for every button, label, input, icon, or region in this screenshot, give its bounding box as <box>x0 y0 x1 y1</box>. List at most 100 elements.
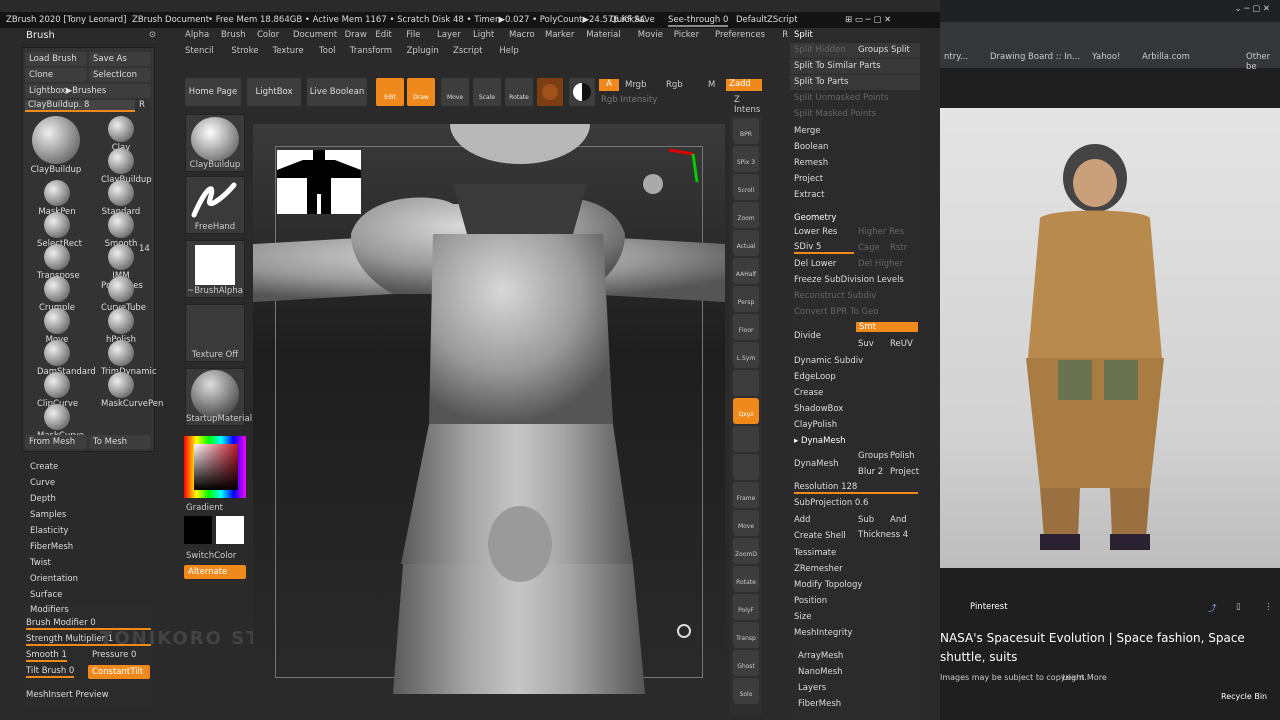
dynamesh-button[interactable]: DynaMesh <box>794 459 839 469</box>
freeze-subdiv-button[interactable]: Freeze SubDivision Levels <box>794 275 904 285</box>
shadowbox-menu[interactable]: ShadowBox <box>794 404 843 414</box>
reconstruct-subdiv-button[interactable]: Reconstruct Subdiv <box>794 291 876 301</box>
menu-movie[interactable]: Movie <box>638 30 663 40</box>
secondary-color[interactable] <box>184 516 212 544</box>
bookmark-arbilla[interactable]: Arbilla.com <box>1142 52 1190 62</box>
shelf-scroll-button[interactable]: Scroll <box>733 174 759 200</box>
shelf-button-button[interactable] <box>733 454 759 480</box>
crease-menu[interactable]: Crease <box>794 388 823 398</box>
menu-stencil[interactable]: Stencil <box>185 46 214 56</box>
to-mesh-button[interactable]: To Mesh <box>89 435 151 449</box>
switch-color-button[interactable]: SwitchColor <box>186 551 236 561</box>
cage-button[interactable]: Cage <box>858 243 880 253</box>
menu-draw[interactable]: Draw <box>345 30 367 40</box>
shelf-spix3-button[interactable]: SPix 3 <box>733 146 759 172</box>
current-brush-slider[interactable]: ClayBuildup. 8 <box>25 100 135 112</box>
dynamic-subdiv-menu[interactable]: Dynamic Subdiv <box>794 356 863 366</box>
meshintegrity-menu[interactable]: MeshIntegrity <box>794 628 852 638</box>
split-masked-button[interactable]: Split Masked Points <box>794 109 876 119</box>
menu-preferences[interactable]: Preferences <box>715 30 765 40</box>
reuv-button[interactable]: ReUV <box>890 339 913 349</box>
canvas-viewport[interactable] <box>253 124 725 694</box>
tessimate-menu[interactable]: Tessimate <box>794 548 836 558</box>
home-page-button[interactable]: Home Page <box>185 78 241 106</box>
split-title[interactable]: Split <box>794 30 813 40</box>
shelf-aahalf-button[interactable]: AAHalf <box>733 258 759 284</box>
lightbox-brushes-button[interactable]: Lightbox▶Brushes <box>25 84 151 98</box>
z-intensity-slider[interactable]: Z Intens <box>734 95 763 115</box>
geometry-title[interactable]: Geometry <box>794 213 836 223</box>
bookmark-other[interactable]: Other be <box>1246 52 1280 72</box>
menu-stroke[interactable]: Stroke <box>231 46 258 56</box>
blur-slider[interactable]: Blur 2 <box>858 467 883 477</box>
menu-document[interactable]: Document <box>293 30 337 40</box>
shelf-button-button[interactable] <box>733 426 759 452</box>
bookmark-drawing-board[interactable]: Drawing Board :: In... <box>990 52 1080 62</box>
modify-topology-menu[interactable]: Modify Topology <box>794 580 862 590</box>
zremesher-menu[interactable]: ZRemesher <box>794 564 843 574</box>
more-icon[interactable]: ⋮ <box>1264 602 1273 612</box>
a-button[interactable]: A <box>599 79 619 91</box>
constant-tilt-button[interactable]: ConstantTilt <box>88 665 150 679</box>
convert-bpr-button[interactable]: Convert BPR To Geo <box>794 307 879 317</box>
zadd-button[interactable]: Zadd <box>726 79 762 91</box>
higher-res-button[interactable]: Higher Res <box>858 227 904 237</box>
bookmark-partial[interactable]: ntry... <box>944 52 968 62</box>
menu-marker[interactable]: Marker <box>545 30 574 40</box>
menu-transform[interactable]: Transform <box>350 46 392 56</box>
groups-toggle[interactable]: Groups <box>858 451 888 461</box>
save-as-button[interactable]: Save As <box>89 52 151 66</box>
script-name[interactable]: DefaultZScript <box>736 15 798 25</box>
shelf-qxyz-button[interactable]: Qxyz <box>733 398 759 424</box>
material-swatch[interactable] <box>537 78 563 106</box>
shelf-actual-button[interactable]: Actual <box>733 230 759 256</box>
collapse-icon[interactable]: ⊙ <box>149 30 156 40</box>
split-parts-button[interactable]: Split To Parts <box>794 77 848 87</box>
nanomesh-menu[interactable]: NanoMesh <box>798 667 843 677</box>
brush-slot[interactable]: ClayBuildup <box>185 114 245 172</box>
sub-button[interactable]: Sub <box>858 515 874 525</box>
suv-toggle[interactable]: Suv <box>858 339 874 349</box>
groups-split-button[interactable]: Groups Split <box>858 45 910 55</box>
brush-panel-header[interactable]: Brush ⊙ <box>24 30 158 44</box>
clone-button[interactable]: Clone <box>25 68 87 82</box>
select-icon-button[interactable]: SelectIcon <box>89 68 151 82</box>
position-menu[interactable]: Position <box>794 596 827 606</box>
alpha-slot[interactable]: ~BrushAlpha <box>185 240 245 298</box>
rgb-intensity-slider[interactable]: Rgb Intensity <box>601 95 657 105</box>
del-higher-button[interactable]: Del Higher <box>858 259 903 269</box>
menu-file[interactable]: File <box>406 30 420 40</box>
material-slot[interactable]: StartupMaterial <box>185 368 252 426</box>
menu-macro[interactable]: Macro <box>509 30 535 40</box>
thickness-slider[interactable]: Thickness 4 <box>858 530 908 540</box>
color-picker[interactable] <box>184 436 246 498</box>
r-button[interactable]: R <box>139 100 145 110</box>
brush-menu-twist[interactable]: Twist <box>30 558 51 568</box>
menu-brush[interactable]: Brush <box>221 30 246 40</box>
brush-claybuildup[interactable]: ClayBuildup <box>27 116 85 175</box>
menu-picker[interactable]: Picker <box>674 30 699 40</box>
browser-window-controls[interactable]: ⌄ ─ ▢ ✕ <box>1235 4 1271 14</box>
menu-edit[interactable]: Edit <box>375 30 391 40</box>
shelf-frame-button[interactable]: Frame <box>733 482 759 508</box>
edgeloop-menu[interactable]: EdgeLoop <box>794 372 836 382</box>
live-boolean-button[interactable]: Live Boolean <box>307 78 367 106</box>
shelf-solo-button[interactable]: Solo <box>733 678 759 704</box>
learn-more-link[interactable]: Learn More <box>1062 673 1107 682</box>
dynamesh-menu[interactable]: ▸ DynaMesh <box>794 436 846 446</box>
brush-menu-depth[interactable]: Depth <box>30 494 56 504</box>
modifiers-title[interactable]: Modifiers <box>30 605 69 615</box>
rstr-button[interactable]: Rstr <box>890 243 907 253</box>
stroke-slot[interactable]: FreeHand <box>185 176 245 234</box>
rotate-pivot-icon[interactable] <box>677 624 691 638</box>
shelf-move-button[interactable]: Move <box>733 510 759 536</box>
draw-button[interactable]: Draw <box>407 78 435 106</box>
shelf-zoom-button[interactable]: Zoom <box>733 202 759 228</box>
m-button[interactable]: M <box>708 80 715 90</box>
brush-menu-samples[interactable]: Samples <box>30 510 66 520</box>
move-button[interactable]: Move <box>441 78 469 106</box>
save-icon[interactable]: ▯ <box>1236 602 1241 612</box>
claypolish-menu[interactable]: ClayPolish <box>794 420 837 430</box>
brush-maskcurvepen[interactable]: MaskCurvePen <box>101 372 163 409</box>
alternate-button[interactable]: Alternate <box>184 565 246 579</box>
